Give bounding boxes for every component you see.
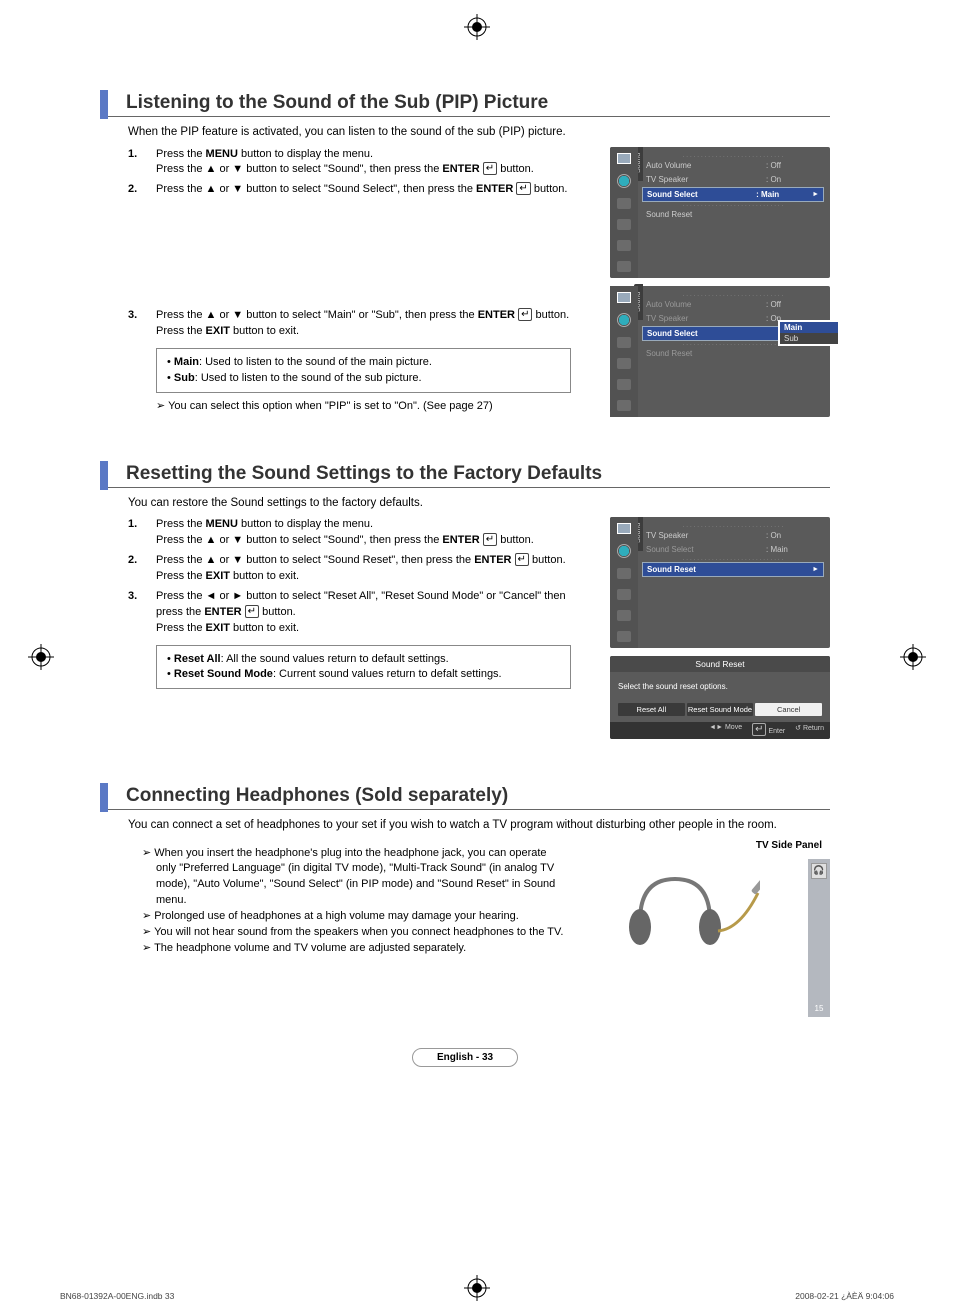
note-line: Prolonged use of headphones at a high vo… [128, 909, 568, 925]
note-line: You can select this option when "PIP" is… [156, 399, 576, 414]
menu-row: Sound Reset [642, 347, 824, 360]
registration-mark-right [900, 644, 926, 670]
section-title: Resetting the Sound Settings to the Fact… [100, 461, 830, 490]
menu-row: TV Speaker: On [642, 173, 824, 186]
enter-icon: ↵ [518, 308, 532, 321]
app-icon [617, 400, 631, 411]
headphone-port-icon: 🎧 [811, 863, 827, 879]
osd-screen: Sound Auto Volume: Off TV Speaker: On So [610, 147, 830, 278]
dialog-message: Select the sound reset options. [618, 682, 822, 691]
step-item: 2. Press the ▲ or ▼ button to select "So… [128, 182, 580, 198]
section-title-text: Listening to the Sound of the Sub (PIP) … [126, 92, 548, 113]
sound-icon [617, 544, 631, 558]
input-icon [617, 610, 631, 621]
info-box: • Reset All: All the sound values return… [156, 645, 571, 690]
osd-popup: Main Sub [778, 320, 840, 346]
menu-row: Sound Select: Main [642, 543, 824, 556]
steps-list: 1. Press the MENU button to display the … [100, 147, 580, 199]
section-title: Listening to the Sound of the Sub (PIP) … [100, 90, 830, 119]
dialog-title: Sound Reset [610, 656, 830, 672]
menu-row: Sound Reset [642, 208, 824, 221]
enter-icon: ↵ [516, 182, 530, 195]
note-line: When you insert the headphone's plug int… [128, 846, 568, 910]
section-headphones: Connecting Headphones (Sold separately) … [100, 783, 830, 1017]
enter-icon: ↵ [245, 605, 259, 618]
channel-icon [617, 568, 631, 579]
note-line: You will not hear sound from the speaker… [128, 925, 568, 941]
sound-icon [617, 174, 631, 188]
step-item: 3. Press the ▲ or ▼ button to select "Ma… [128, 308, 580, 340]
input-icon [617, 379, 631, 390]
section-title: Connecting Headphones (Sold separately) [100, 783, 830, 812]
page-number-text: English - 33 [412, 1048, 518, 1067]
menu-row-selected: Sound Reset► [642, 562, 824, 577]
enter-icon: ↵ [515, 553, 529, 566]
headphone-illustration: TV Side Panel 🎧 15 [610, 840, 830, 1017]
footer-filename: BN68-01392A-00ENG.indb 33 [60, 1291, 174, 1301]
enter-icon: ↵ [483, 162, 497, 175]
move-hint: ◄► Move [709, 724, 742, 737]
footer-timestamp: 2008-02-21 ¿ÀÈÄ 9:04:06 [795, 1291, 894, 1301]
input-icon [617, 240, 631, 251]
enter-icon: ↵ [483, 533, 497, 546]
intro-text: You can connect a set of headphones to y… [128, 818, 830, 834]
dialog-button: Cancel [755, 703, 822, 716]
intro-text: You can restore the Sound settings to th… [128, 496, 830, 512]
menu-row: Auto Volume: Off [642, 159, 824, 172]
dialog-button: Reset Sound Mode [687, 703, 754, 716]
osd-screen: Sound Auto Volume: Off TV Speaker: On So [610, 286, 830, 417]
registration-mark-left [28, 644, 54, 670]
dialog-button: Reset All [618, 703, 685, 716]
channel-icon [617, 337, 631, 348]
port-number: 15 [808, 1004, 830, 1013]
step-item: 1. Press the MENU button to display the … [128, 517, 580, 549]
picture-icon [617, 153, 631, 164]
page-badge: English - 33 [100, 1047, 830, 1067]
menu-row-selected: Sound Select: Main► [642, 187, 824, 202]
app-icon [617, 261, 631, 272]
section-title-text: Connecting Headphones (Sold separately) [126, 785, 508, 806]
setup-icon [617, 589, 631, 600]
sound-icon [617, 313, 631, 327]
menu-row: Auto Volume: Off [642, 298, 824, 311]
menu-row: TV Speaker: On [642, 529, 824, 542]
picture-icon [617, 523, 631, 534]
panel-label: TV Side Panel [610, 840, 830, 851]
side-panel: 🎧 15 [808, 859, 830, 1017]
note-line: The headphone volume and TV volume are a… [128, 941, 568, 957]
setup-icon [617, 219, 631, 230]
section-title-text: Resetting the Sound Settings to the Fact… [126, 463, 602, 484]
section-pip: Listening to the Sound of the Sub (PIP) … [100, 90, 830, 425]
info-box: • Main: Used to listen to the sound of t… [156, 348, 571, 393]
osd-dialog: Sound Reset Select the sound reset optio… [610, 656, 830, 739]
step-item: 2. Press the ▲ or ▼ button to select "So… [128, 553, 580, 585]
picture-icon [617, 292, 631, 303]
osd-screen: Sound TV Speaker: On Sound Select: Main [610, 517, 830, 648]
step-item: 3. Press the ◄ or ► button to select "Re… [128, 589, 580, 637]
registration-mark-top [464, 14, 490, 40]
popup-option: Main [780, 322, 838, 333]
headphone-svg [610, 861, 760, 961]
setup-icon [617, 358, 631, 369]
step-item: 1. Press the MENU button to display the … [128, 147, 580, 179]
registration-mark-bottom [464, 1275, 490, 1301]
enter-hint: ↵ Enter [752, 724, 785, 737]
section-reset: Resetting the Sound Settings to the Fact… [100, 461, 830, 748]
app-icon [617, 631, 631, 642]
return-hint: ↺ Return [795, 724, 824, 737]
popup-option: Sub [780, 333, 838, 344]
channel-icon [617, 198, 631, 209]
intro-text: When the PIP feature is activated, you c… [128, 125, 830, 141]
